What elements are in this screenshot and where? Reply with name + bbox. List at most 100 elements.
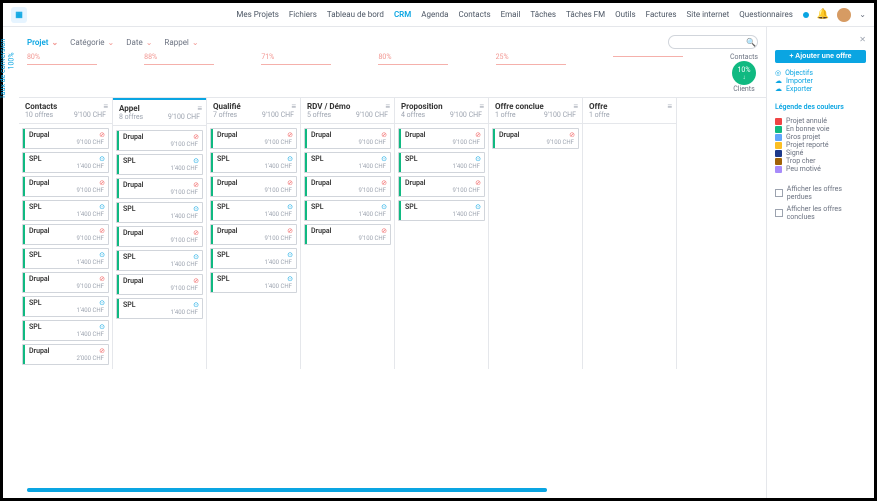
offer-card[interactable]: Drupal ⊘ 9'100 CHF [116, 130, 203, 151]
sidebar-link-exporter[interactable]: ☁Exporter [775, 85, 866, 93]
offer-card[interactable]: SPL ⊙ 1'400 CHF [22, 152, 109, 173]
notifications-badge[interactable] [803, 12, 809, 18]
offer-card[interactable]: SPL ⊙ 1'400 CHF [116, 154, 203, 175]
offer-card[interactable]: SPL ⊙ 1'400 CHF [210, 200, 297, 221]
nav-item-agenda[interactable]: Agenda [421, 10, 448, 19]
kanban-scroll[interactable]: ≡ Contacts 10 offres9'100 CHF Drupal ⊘ 9… [19, 97, 766, 488]
offer-card[interactable]: Drupal ⊘ 9'100 CHF [116, 274, 203, 295]
column-cards: Drupal ⊘ 9'100 CHF SPL ⊙ 1'400 CHF Drupa… [395, 124, 488, 225]
nav-item-fichiers[interactable]: Fichiers [289, 10, 317, 19]
offer-card[interactable]: Drupal ⊘ 9'100 CHF [492, 128, 579, 149]
user-avatar[interactable] [837, 8, 851, 22]
column-menu-icon[interactable]: ≡ [103, 102, 108, 111]
offer-card[interactable]: SPL ⊙ 1'400 CHF [304, 200, 391, 221]
bell-icon[interactable]: 🔔 [817, 9, 829, 20]
offer-card[interactable]: Drupal ⊘ 9'100 CHF [22, 176, 109, 197]
kanban-column: ≡ Appel 8 offres9'100 CHF Drupal ⊘ 9'100… [113, 98, 207, 369]
search-input[interactable] [668, 35, 758, 49]
card-amount: 1'400 CHF [29, 259, 104, 266]
column-cards: Drupal ⊘ 9'100 CHF [489, 124, 582, 153]
column-title: Offre [589, 102, 670, 111]
offer-card[interactable]: Drupal ⊘ 9'100 CHF [304, 176, 391, 197]
offer-card[interactable]: Drupal ⊘ 9'100 CHF [210, 128, 297, 149]
card-status-stripe [399, 177, 401, 196]
offer-card[interactable]: Drupal ⊘ 2'000 CHF [22, 344, 109, 365]
sidebar-checkbox-row[interactable]: Afficher les offres conclues [775, 205, 866, 221]
column-sum: 9'100 CHF [262, 111, 294, 119]
offer-card[interactable]: SPL ⊙ 1'400 CHF [116, 250, 203, 271]
nav-item-tâches[interactable]: Tâches [530, 10, 556, 19]
nav-item-outils[interactable]: Outils [615, 10, 636, 19]
offer-card[interactable]: Drupal ⊘ 9'100 CHF [210, 224, 297, 245]
offer-card[interactable]: SPL ⊙ 1'400 CHF [22, 200, 109, 221]
clients-badge: Contacts 10% ↓ Clients [730, 53, 758, 93]
nav-item-tâches-fm[interactable]: Tâches FM [566, 10, 605, 19]
offer-card[interactable]: SPL ⊙ 1'400 CHF [22, 296, 109, 317]
card-amount: 9'100 CHF [29, 283, 104, 290]
offer-card[interactable]: SPL ⊙ 1'400 CHF [210, 272, 297, 293]
card-title: SPL [311, 155, 386, 163]
column-menu-icon[interactable]: ≡ [197, 104, 202, 113]
card-status-stripe [117, 179, 119, 198]
filter-date[interactable]: Date⌄ [126, 38, 152, 47]
offer-card[interactable]: SPL ⊙ 1'400 CHF [210, 152, 297, 173]
app-logo[interactable]: ▦ [11, 7, 27, 23]
add-offer-button[interactable]: + Ajouter une offre [775, 50, 866, 63]
nav-item-contacts[interactable]: Contacts [458, 10, 490, 19]
offer-card[interactable]: SPL ⊙ 1'400 CHF [398, 200, 485, 221]
offer-card[interactable]: Drupal ⊘ 9'100 CHF [116, 178, 203, 199]
offer-card[interactable]: SPL ⊙ 1'400 CHF [210, 248, 297, 269]
nav-item-factures[interactable]: Factures [646, 10, 677, 19]
card-status-stripe [211, 129, 213, 148]
filter-projet[interactable]: Projet⌄ [27, 38, 58, 47]
offer-card[interactable]: Drupal ⊘ 9'100 CHF [22, 272, 109, 293]
column-menu-icon[interactable]: ≡ [667, 102, 672, 111]
nav-item-email[interactable]: Email [501, 10, 521, 19]
card-title: SPL [311, 203, 386, 211]
horizontal-scrollbar[interactable] [27, 488, 547, 492]
column-menu-icon[interactable]: ≡ [291, 102, 296, 111]
filter-catégorie[interactable]: Catégorie⌄ [70, 38, 114, 47]
offer-card[interactable]: SPL ⊙ 1'400 CHF [398, 152, 485, 173]
column-menu-icon[interactable]: ≡ [573, 102, 578, 111]
column-cards: Drupal ⊘ 9'100 CHF SPL ⊙ 1'400 CHF Drupa… [19, 124, 112, 369]
nav-item-questionnaires[interactable]: Questionnaires [739, 10, 793, 19]
offer-card[interactable]: Drupal ⊘ 9'100 CHF [304, 128, 391, 149]
column-menu-icon[interactable]: ≡ [385, 102, 390, 111]
column-title: Qualifié [213, 102, 294, 111]
stat-column: 80% [27, 53, 134, 65]
offer-card[interactable]: Drupal ⊘ 9'100 CHF [22, 128, 109, 149]
offer-card[interactable]: SPL ⊙ 1'400 CHF [22, 248, 109, 269]
card-status-stripe [23, 321, 25, 340]
offer-card[interactable]: SPL ⊙ 1'400 CHF [116, 298, 203, 319]
stat-column: 25% [496, 53, 603, 65]
card-status-icon: ⊘ [287, 227, 293, 235]
nav-item-tableau-de-bord[interactable]: Tableau de bord [327, 10, 384, 19]
offer-card[interactable]: Drupal ⊘ 9'100 CHF [116, 226, 203, 247]
offer-card[interactable]: SPL ⊙ 1'400 CHF [116, 202, 203, 223]
sidebar-checkbox-row[interactable]: Afficher les offres perdues [775, 185, 866, 201]
close-icon[interactable]: ✕ [775, 35, 866, 44]
sidebar-link-objectifs[interactable]: ◎Objectifs [775, 69, 866, 77]
column-cards [583, 124, 676, 132]
nav-item-mes-projets[interactable]: Mes Projets [236, 10, 278, 19]
filter-rappel[interactable]: Rappel⌄ [164, 38, 198, 47]
offer-card[interactable]: Drupal ⊘ 9'100 CHF [304, 224, 391, 245]
kanban-column: ≡ Qualifié 7 offres9'100 CHF Drupal ⊘ 9'… [207, 98, 301, 369]
column-title: Contacts [25, 102, 106, 111]
offer-card[interactable]: Drupal ⊘ 9'100 CHF [398, 176, 485, 197]
checkbox[interactable] [775, 209, 783, 217]
offer-card[interactable]: Drupal ⊘ 9'100 CHF [398, 128, 485, 149]
chevron-down-icon[interactable]: ⌄ [859, 10, 866, 19]
right-sidebar: ✕ + Ajouter une offre ◎Objectifs☁Importe… [766, 27, 874, 498]
column-menu-icon[interactable]: ≡ [479, 102, 484, 111]
offer-card[interactable]: Drupal ⊘ 9'100 CHF [22, 224, 109, 245]
nav-item-site-internet[interactable]: Site internet [687, 10, 730, 19]
sidebar-link-importer[interactable]: ☁Importer [775, 77, 866, 85]
offer-card[interactable]: SPL ⊙ 1'400 CHF [22, 320, 109, 341]
column-header: ≡ Contacts 10 offres9'100 CHF [19, 98, 112, 124]
offer-card[interactable]: Drupal ⊘ 9'100 CHF [210, 176, 297, 197]
nav-item-crm[interactable]: CRM [394, 10, 411, 19]
offer-card[interactable]: SPL ⊙ 1'400 CHF [304, 152, 391, 173]
checkbox[interactable] [775, 189, 783, 197]
